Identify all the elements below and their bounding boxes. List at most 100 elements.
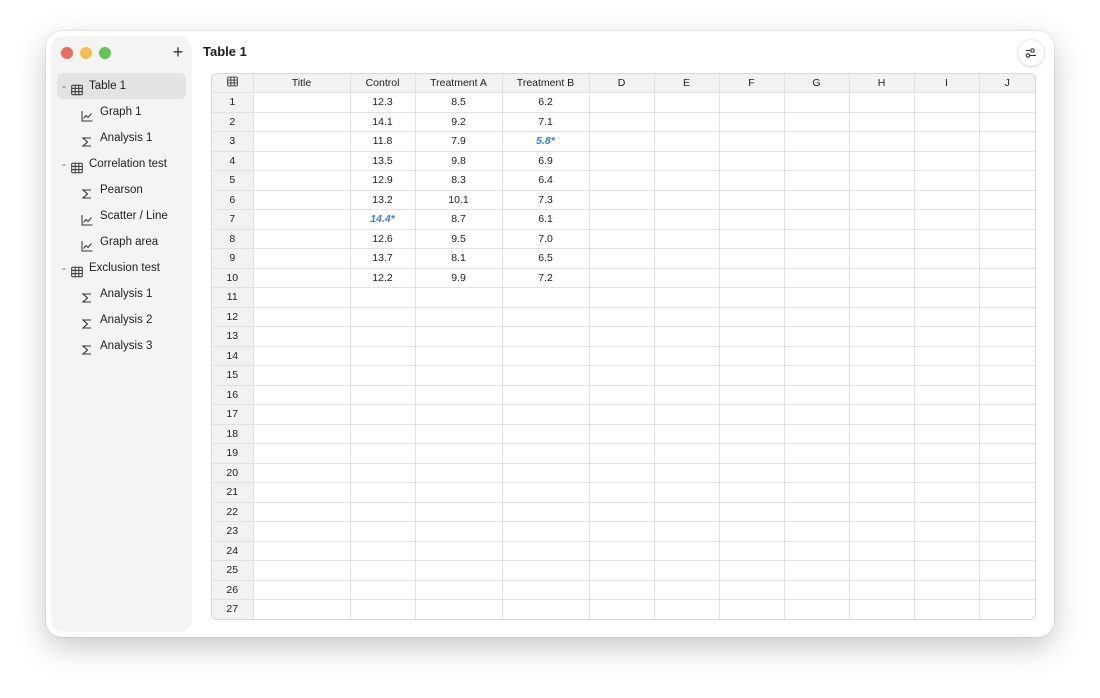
table-cell[interactable] <box>589 599 655 619</box>
table-cell[interactable] <box>502 326 590 347</box>
table-cell[interactable] <box>350 443 416 464</box>
table-cell[interactable]: 9.8 <box>415 151 503 171</box>
table-cell[interactable] <box>784 463 850 483</box>
table-cell[interactable] <box>784 170 850 191</box>
table-cell[interactable] <box>719 326 785 347</box>
table-cell[interactable] <box>253 365 351 386</box>
row-number[interactable]: 13 <box>212 326 254 347</box>
table-cell[interactable] <box>719 521 785 542</box>
row-number[interactable]: 27 <box>212 599 254 619</box>
table-cell[interactable] <box>719 248 785 269</box>
column-header[interactable]: F <box>719 74 785 93</box>
table-cell[interactable] <box>654 209 720 230</box>
table-cell[interactable] <box>253 404 351 425</box>
table-cell[interactable] <box>914 248 980 269</box>
table-cell[interactable]: 12.2 <box>350 268 416 288</box>
table-cell[interactable] <box>253 346 351 366</box>
table-cell[interactable] <box>654 151 720 171</box>
table-cell[interactable] <box>849 92 915 113</box>
table-cell[interactable] <box>253 170 351 191</box>
table-cell[interactable] <box>979 170 1035 191</box>
row-number[interactable]: 16 <box>212 385 254 405</box>
table-cell[interactable] <box>654 307 720 327</box>
row-number[interactable]: 24 <box>212 541 254 561</box>
row-number[interactable]: 23 <box>212 521 254 542</box>
table-cell[interactable] <box>502 482 590 503</box>
sidebar-item[interactable]: ⌄ Correlation test <box>57 151 186 177</box>
table-cell[interactable] <box>979 463 1035 483</box>
table-cell[interactable]: 13.2 <box>350 190 416 210</box>
table-cell[interactable] <box>719 346 785 366</box>
table-cell[interactable] <box>654 92 720 113</box>
table-cell[interactable] <box>589 502 655 522</box>
table-cell[interactable] <box>253 599 351 619</box>
table-cell[interactable] <box>253 92 351 113</box>
table-cell[interactable] <box>350 326 416 347</box>
table-cell[interactable] <box>784 385 850 405</box>
table-cell[interactable] <box>415 404 503 425</box>
table-cell[interactable] <box>589 307 655 327</box>
table-cell[interactable] <box>914 424 980 444</box>
table-cell[interactable]: 7.2 <box>502 268 590 288</box>
table-cell[interactable] <box>415 482 503 503</box>
table-cell[interactable]: 6.2 <box>502 92 590 113</box>
table-cell[interactable] <box>350 502 416 522</box>
table-cell[interactable] <box>914 482 980 503</box>
table-cell[interactable] <box>589 521 655 542</box>
table-cell[interactable] <box>914 112 980 132</box>
table-cell[interactable] <box>849 463 915 483</box>
column-header[interactable]: H <box>849 74 915 93</box>
table-cell[interactable] <box>502 463 590 483</box>
table-cell[interactable] <box>654 404 720 425</box>
table-cell[interactable] <box>849 404 915 425</box>
table-cell[interactable] <box>350 287 416 308</box>
table-cell[interactable] <box>589 482 655 503</box>
table-cell[interactable] <box>415 424 503 444</box>
table-cell[interactable] <box>849 385 915 405</box>
table-cell[interactable]: 7.0 <box>502 229 590 249</box>
table-cell[interactable] <box>589 170 655 191</box>
sidebar-item[interactable]: Analysis 1 <box>57 125 186 151</box>
table-cell[interactable] <box>502 443 590 464</box>
table-cell[interactable] <box>654 599 720 619</box>
table-cell[interactable] <box>502 287 590 308</box>
table-cell[interactable] <box>415 307 503 327</box>
table-cell[interactable] <box>253 209 351 230</box>
table-cell[interactable] <box>784 131 850 152</box>
table-cell[interactable] <box>979 404 1035 425</box>
table-cell[interactable] <box>589 112 655 132</box>
table-cell[interactable] <box>914 365 980 386</box>
table-cell[interactable] <box>415 560 503 581</box>
table-cell[interactable]: 12.6 <box>350 229 416 249</box>
row-number[interactable]: 2 <box>212 112 254 132</box>
table-cell[interactable] <box>914 268 980 288</box>
table-cell[interactable] <box>914 209 980 230</box>
table-cell[interactable] <box>719 541 785 561</box>
table-cell[interactable]: 6.9 <box>502 151 590 171</box>
table-cell[interactable] <box>654 385 720 405</box>
table-cell[interactable] <box>502 385 590 405</box>
table-cell[interactable] <box>979 209 1035 230</box>
table-cell[interactable] <box>914 229 980 249</box>
table-cell[interactable] <box>979 385 1035 405</box>
table-cell[interactable] <box>784 580 850 600</box>
table-cell[interactable] <box>979 580 1035 600</box>
table-cell[interactable]: 11.8 <box>350 131 416 152</box>
add-button[interactable]: + <box>168 42 188 62</box>
table-cell[interactable] <box>719 209 785 230</box>
table-cell[interactable] <box>654 502 720 522</box>
table-cell[interactable] <box>719 424 785 444</box>
row-number[interactable]: 14 <box>212 346 254 366</box>
table-cell[interactable] <box>979 151 1035 171</box>
table-cell[interactable] <box>654 112 720 132</box>
table-cell[interactable] <box>719 599 785 619</box>
table-cell[interactable] <box>415 521 503 542</box>
table-cell[interactable] <box>589 365 655 386</box>
table-cell[interactable] <box>654 580 720 600</box>
table-cell[interactable] <box>784 560 850 581</box>
table-cell[interactable] <box>979 365 1035 386</box>
row-number[interactable]: 7 <box>212 209 254 230</box>
chevron-down-icon[interactable]: ⌄ <box>60 255 68 281</box>
row-number[interactable]: 12 <box>212 307 254 327</box>
table-cell[interactable] <box>784 151 850 171</box>
